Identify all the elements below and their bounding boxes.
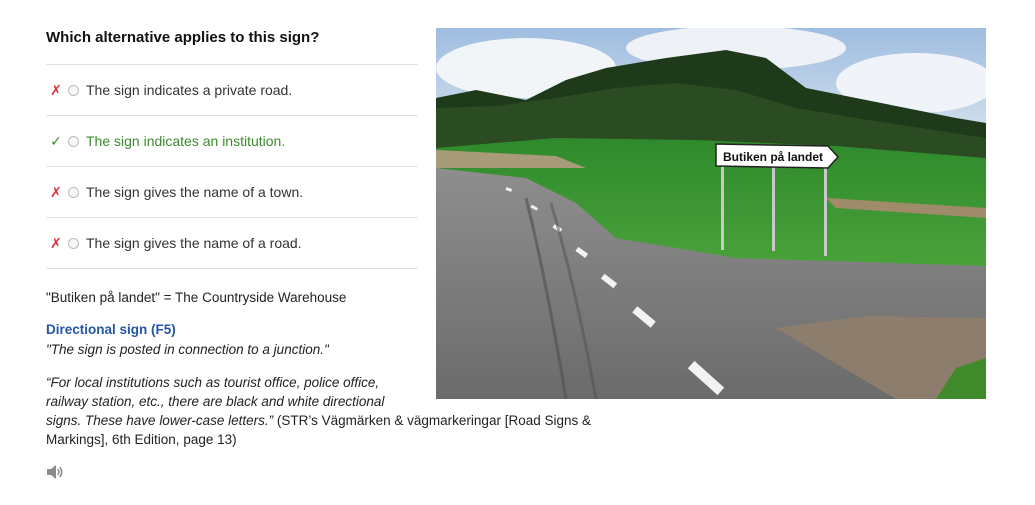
radio-button[interactable] bbox=[68, 84, 79, 96]
answer-label: The sign gives the name of a road. bbox=[86, 235, 302, 251]
source-citation: (STR’s Vägmärken & vägmarkeringar [Road … bbox=[273, 413, 591, 428]
answer-option-4[interactable]: ✗ The sign gives the name of a road. bbox=[46, 218, 418, 269]
wrong-mark-icon: ✗ bbox=[50, 81, 62, 98]
answer-option-3[interactable]: ✗ The sign gives the name of a town. bbox=[46, 167, 418, 218]
wrong-mark-icon: ✗ bbox=[50, 234, 62, 251]
sign-translation: "Butiken på landet" = The Countryside Wa… bbox=[46, 290, 347, 305]
quote-line: signs. These have lower-case letters.” bbox=[46, 413, 274, 428]
sign-photo: Butiken på landet bbox=[436, 28, 986, 399]
answer-list: ✗ The sign indicates a private road. ✓ T… bbox=[46, 64, 418, 269]
answer-option-2[interactable]: ✓ The sign indicates an institution. bbox=[46, 116, 418, 167]
road-sign-text: Butiken på landet bbox=[723, 150, 823, 164]
sign-description-quote: "The sign is posted in connection to a j… bbox=[46, 342, 329, 357]
sign-category-title: Directional sign (F5) bbox=[46, 322, 176, 337]
radio-button[interactable] bbox=[68, 237, 79, 249]
source-citation-line: Markings], 6th Edition, page 13) bbox=[46, 432, 237, 447]
answer-label: The sign indicates a private road. bbox=[86, 82, 293, 98]
answer-label: The sign indicates an institution. bbox=[86, 133, 286, 149]
wrong-mark-icon: ✗ bbox=[50, 183, 62, 200]
radio-button[interactable] bbox=[68, 135, 79, 147]
answer-option-1[interactable]: ✗ The sign indicates a private road. bbox=[46, 65, 418, 116]
correct-mark-icon: ✓ bbox=[50, 132, 62, 149]
question-title: Which alternative applies to this sign? bbox=[46, 29, 320, 46]
answer-label: The sign gives the name of a town. bbox=[86, 184, 304, 200]
speaker-icon[interactable] bbox=[45, 464, 65, 480]
radio-button[interactable] bbox=[68, 186, 79, 198]
